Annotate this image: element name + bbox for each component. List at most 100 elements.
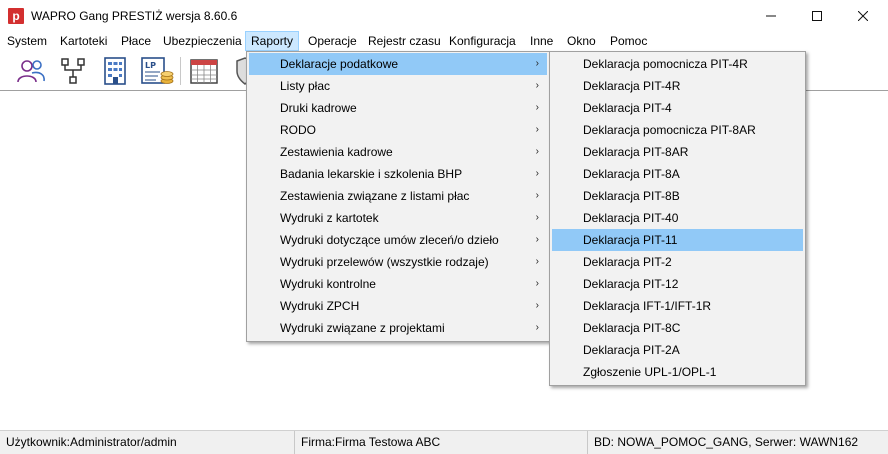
- menu-kartoteki[interactable]: Kartoteki: [54, 31, 113, 51]
- submenu-item-pit-12[interactable]: Deklaracja PIT-12: [552, 273, 803, 295]
- menu-item-label: Zestawienia kadrowe: [280, 145, 393, 159]
- menu-item-deklaracje-podatkowe[interactable]: Deklaracje podatkowe ›: [249, 53, 547, 75]
- menu-system[interactable]: System: [1, 31, 53, 51]
- submenu-arrow-icon: ›: [535, 58, 539, 69]
- submenu-item-pit-2[interactable]: Deklaracja PIT-2: [552, 251, 803, 273]
- menu-item-label: Zestawienia związane z listami płac: [280, 189, 470, 203]
- menu-okno[interactable]: Okno: [561, 31, 602, 51]
- close-icon: [858, 10, 868, 21]
- menu-item-label: Listy płac: [280, 79, 331, 93]
- maximize-icon: [812, 10, 822, 21]
- submenu-item-label: Zgłoszenie UPL-1/OPL-1: [583, 365, 717, 379]
- submenu-item-pit-4r[interactable]: Deklaracja PIT-4R: [552, 75, 803, 97]
- menu-item-rodo[interactable]: RODO ›: [249, 119, 547, 141]
- menu-bar: System Kartoteki Płace Ubezpieczenia Rap…: [0, 31, 888, 51]
- submenu-item-ift-1[interactable]: Deklaracja IFT-1/IFT-1R: [552, 295, 803, 317]
- submenu-item-label: Deklaracja pomocnicza PIT-4R: [583, 57, 748, 71]
- payroll-list-button[interactable]: LP: [140, 54, 174, 88]
- menu-operacje[interactable]: Operacje: [302, 31, 363, 51]
- menu-item-wydruki-projekty[interactable]: Wydruki związane z projektami ›: [249, 317, 547, 339]
- maximize-button[interactable]: [794, 0, 840, 31]
- payroll-badge: LP: [145, 61, 156, 70]
- submenu-arrow-icon: ›: [535, 124, 539, 135]
- menu-item-wydruki-z-kartotek[interactable]: Wydruki z kartotek ›: [249, 207, 547, 229]
- submenu-arrow-icon: ›: [535, 190, 539, 201]
- structure-button[interactable]: [56, 54, 90, 88]
- payroll-list-icon: LP: [141, 57, 174, 84]
- menu-item-listy-plac[interactable]: Listy płac ›: [249, 75, 547, 97]
- submenu-item-label: Deklaracja IFT-1/IFT-1R: [583, 299, 712, 313]
- submenu-item-label: Deklaracja PIT-8B: [583, 189, 680, 203]
- menu-item-badania-bhp[interactable]: Badania lekarskie i szkolenia BHP ›: [249, 163, 547, 185]
- toolbar-separator: [180, 57, 181, 85]
- submenu-item-label: Deklaracja pomocnicza PIT-8AR: [583, 123, 756, 137]
- submenu-item-pit-40[interactable]: Deklaracja PIT-40: [552, 207, 803, 229]
- submenu-item-label: Deklaracja PIT-12: [583, 277, 679, 291]
- menu-rejestr-czasu[interactable]: Rejestr czasu: [362, 31, 447, 51]
- menu-inne[interactable]: Inne: [524, 31, 559, 51]
- users-icon: [17, 60, 45, 83]
- submenu-item-pomocnicza-pit-4r[interactable]: Deklaracja pomocnicza PIT-4R: [552, 53, 803, 75]
- submenu-arrow-icon: ›: [535, 256, 539, 267]
- submenu-item-label: Deklaracja PIT-4R: [583, 79, 681, 93]
- minimize-icon: [766, 15, 776, 16]
- menu-item-wydruki-zpch[interactable]: Wydruki ZPCH ›: [249, 295, 547, 317]
- submenu-item-upl-1[interactable]: Zgłoszenie UPL-1/OPL-1: [552, 361, 803, 383]
- minimize-button[interactable]: [748, 0, 794, 31]
- org-tree-icon: [61, 58, 85, 84]
- menu-place[interactable]: Płace: [115, 31, 157, 51]
- calendar-button[interactable]: [187, 54, 221, 88]
- submenu-arrow-icon: ›: [535, 278, 539, 289]
- menu-item-zestawienia-kadrowe[interactable]: Zestawienia kadrowe ›: [249, 141, 547, 163]
- submenu-arrow-icon: ›: [535, 168, 539, 179]
- submenu-arrow-icon: ›: [535, 102, 539, 113]
- building-icon: [104, 57, 126, 85]
- menu-konfiguracja[interactable]: Konfiguracja: [443, 31, 522, 51]
- company-button[interactable]: [98, 54, 132, 88]
- window-title: WAPRO Gang PRESTIŻ wersja 8.60.6: [31, 9, 238, 23]
- menu-item-label: Wydruki kontrolne: [280, 277, 376, 291]
- submenu-item-pit-11[interactable]: Deklaracja PIT-11: [552, 229, 803, 251]
- menu-item-label: RODO: [280, 123, 316, 137]
- menu-item-label: Badania lekarskie i szkolenia BHP: [280, 167, 463, 181]
- menu-item-druki-kadrowe[interactable]: Druki kadrowe ›: [249, 97, 547, 119]
- menu-item-wydruki-kontrolne[interactable]: Wydruki kontrolne ›: [249, 273, 547, 295]
- status-database: BD: NOWA_POMOC_GANG, Serwer: WAWN162: [594, 435, 859, 449]
- title-bar: p WAPRO Gang PRESTIŻ wersja 8.60.6: [0, 0, 888, 31]
- menu-item-wydruki-przelewow[interactable]: Wydruki przelewów (wszystkie rodzaje) ›: [249, 251, 547, 273]
- calendar-icon: [190, 59, 218, 84]
- status-user: Użytkownik:Administrator/admin: [0, 431, 295, 454]
- submenu-item-pit-8c[interactable]: Deklaracja PIT-8C: [552, 317, 803, 339]
- users-button[interactable]: [14, 54, 48, 88]
- submenu-item-pit-8b[interactable]: Deklaracja PIT-8B: [552, 185, 803, 207]
- submenu-item-label: Deklaracja PIT-40: [583, 211, 679, 225]
- submenu-item-pit-2a[interactable]: Deklaracja PIT-2A: [552, 339, 803, 361]
- menu-item-label: Druki kadrowe: [280, 101, 357, 115]
- menu-item-zestawienia-listy-plac[interactable]: Zestawienia związane z listami płac ›: [249, 185, 547, 207]
- menu-item-label: Wydruki związane z projektami: [280, 321, 445, 335]
- submenu-item-pomocnicza-pit-8ar[interactable]: Deklaracja pomocnicza PIT-8AR: [552, 119, 803, 141]
- app-logo-icon: p: [8, 8, 24, 24]
- submenu-item-label: Deklaracja PIT-4: [583, 101, 672, 115]
- deklaracje-submenu: Deklaracja pomocnicza PIT-4R Deklaracja …: [549, 51, 806, 386]
- submenu-item-label: Deklaracja PIT-8AR: [583, 145, 689, 159]
- submenu-item-pit-8a[interactable]: Deklaracja PIT-8A: [552, 163, 803, 185]
- submenu-arrow-icon: ›: [535, 322, 539, 333]
- close-button[interactable]: [840, 0, 886, 31]
- submenu-item-label: Deklaracja PIT-11: [583, 233, 678, 247]
- raporty-menu: Deklaracje podatkowe › Listy płac › Druk…: [246, 51, 550, 342]
- menu-pomoc[interactable]: Pomoc: [604, 31, 653, 51]
- menu-raporty[interactable]: Raporty: [245, 31, 300, 51]
- menu-item-wydruki-umow[interactable]: Wydruki dotyczące umów zleceń/o dzieło ›: [249, 229, 547, 251]
- menu-item-label: Wydruki przelewów (wszystkie rodzaje): [280, 255, 489, 269]
- menu-ubezpieczenia[interactable]: Ubezpieczenia: [157, 31, 248, 51]
- submenu-item-pit-8ar[interactable]: Deklaracja PIT-8AR: [552, 141, 803, 163]
- submenu-item-label: Deklaracja PIT-2: [583, 255, 672, 269]
- status-company: Firma:Firma Testowa ABC: [295, 431, 588, 454]
- submenu-arrow-icon: ›: [535, 212, 539, 223]
- submenu-item-pit-4[interactable]: Deklaracja PIT-4: [552, 97, 803, 119]
- menu-item-label: Wydruki dotyczące umów zleceń/o dzieło: [280, 233, 499, 247]
- submenu-item-label: Deklaracja PIT-8A: [583, 167, 680, 181]
- submenu-arrow-icon: ›: [535, 80, 539, 91]
- menu-item-label: Wydruki z kartotek: [280, 211, 379, 225]
